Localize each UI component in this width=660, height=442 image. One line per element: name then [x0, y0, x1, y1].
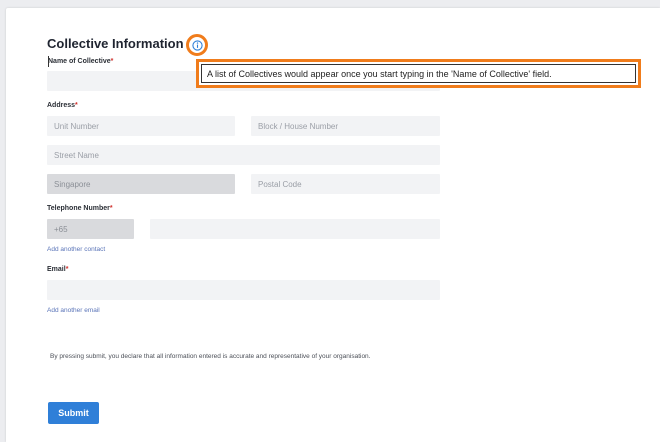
street-name-input[interactable]: Street Name	[47, 145, 440, 165]
text-cursor	[48, 56, 49, 67]
form-page: Collective Information Name of Collectiv…	[6, 8, 660, 442]
submit-button[interactable]: Submit	[48, 402, 99, 424]
declaration-text: By pressing submit, you declare that all…	[50, 353, 371, 360]
info-icon-highlight[interactable]	[186, 34, 208, 56]
required-mark: *	[65, 266, 69, 273]
name-of-collective-label: Name of Collective*	[48, 58, 113, 65]
tooltip-highlight: A list of Collectives would appear once …	[196, 59, 641, 88]
telephone-number-label-text: Telephone Number	[47, 205, 110, 212]
required-mark: *	[109, 205, 113, 212]
unit-number-input[interactable]: Unit Number	[47, 116, 235, 136]
email-label-text: Email	[47, 266, 66, 273]
page-title: Collective Information	[47, 36, 184, 51]
email-label: Email*	[47, 266, 68, 273]
telephone-number-input[interactable]	[150, 219, 440, 239]
telephone-number-label: Telephone Number*	[47, 205, 113, 212]
required-mark: *	[110, 58, 114, 65]
address-label: Address*	[47, 102, 78, 109]
country-code-field: +65	[47, 219, 134, 239]
block-house-number-input[interactable]: Block / House Number	[251, 116, 440, 136]
info-icon	[191, 39, 203, 51]
address-label-text: Address	[47, 102, 76, 109]
add-another-contact-link[interactable]: Add another contact	[47, 246, 105, 253]
add-another-email-link[interactable]: Add another email	[47, 307, 100, 314]
email-input[interactable]	[47, 280, 440, 300]
name-of-collective-label-text: Name of Collective	[48, 58, 111, 65]
country-field: Singapore	[47, 174, 235, 194]
postal-code-input[interactable]: Postal Code	[251, 174, 440, 194]
tooltip: A list of Collectives would appear once …	[201, 64, 636, 83]
required-mark: *	[75, 102, 78, 109]
